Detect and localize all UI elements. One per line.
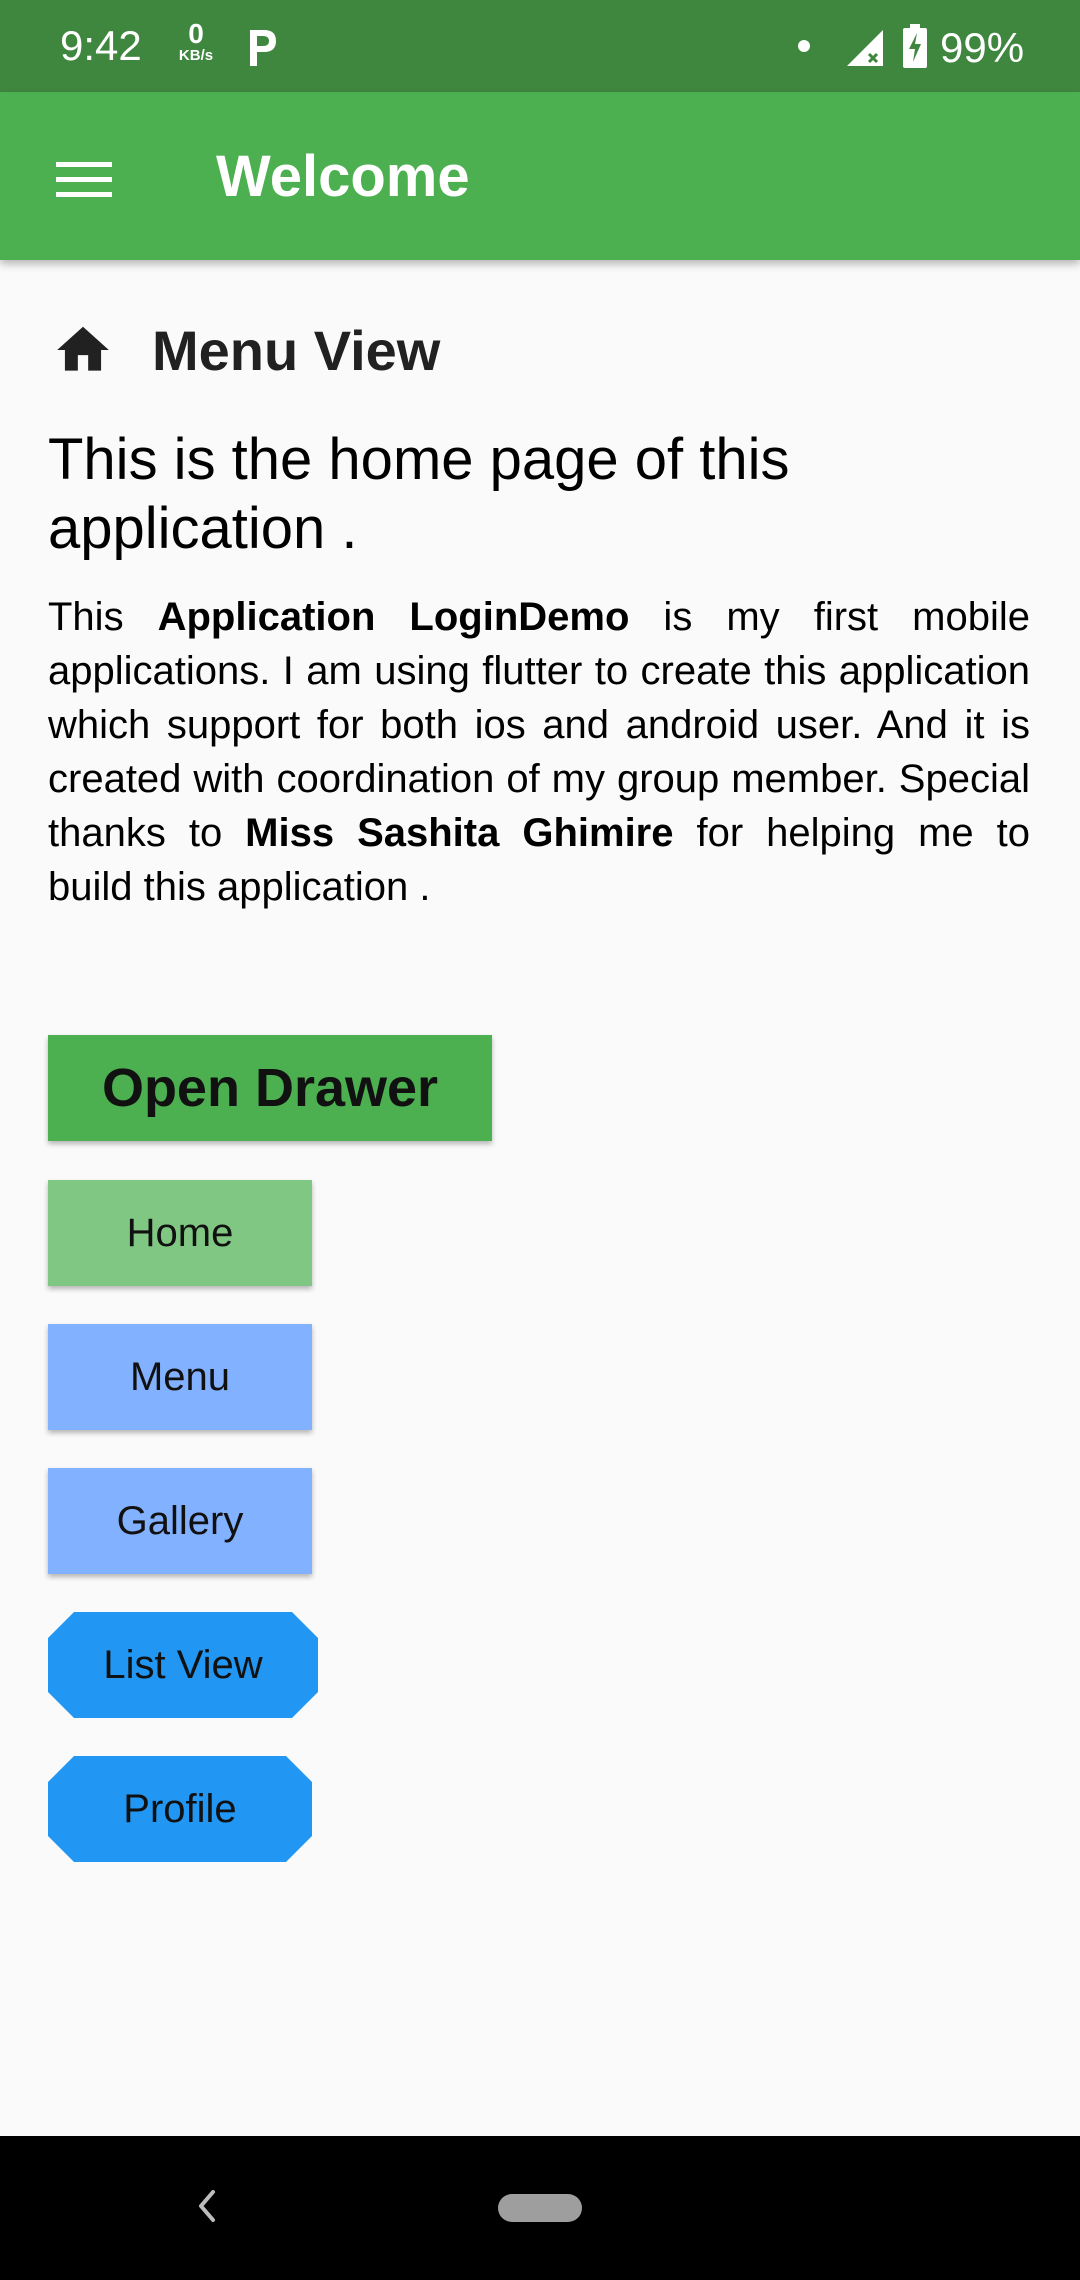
gallery-button[interactable]: Gallery: [48, 1468, 312, 1574]
description-text: This Application LoginDemo is my first m…: [48, 590, 1030, 914]
helper-name-highlight: Miss Sashita Ghimire: [245, 811, 674, 855]
network-speed-value: 0: [188, 18, 204, 49]
app-bar-title: Welcome: [216, 144, 470, 209]
section-header: Menu View: [48, 314, 440, 386]
hamburger-menu-icon[interactable]: [40, 136, 128, 224]
navigation-bar: [0, 2136, 1080, 2280]
battery-percent: 99%: [940, 24, 1025, 71]
section-title: Menu View: [152, 318, 441, 382]
app-bar: Welcome: [0, 92, 1080, 260]
notification-dot-icon: [798, 40, 810, 52]
back-chevron-icon[interactable]: [185, 2184, 229, 2228]
status-bar: 9:42 0 KB/s 99%: [0, 0, 1080, 92]
parking-icon: [250, 30, 276, 66]
profile-button[interactable]: Profile: [48, 1756, 312, 1862]
network-speed-unit: KB/s: [178, 47, 214, 64]
list-view-button[interactable]: List View: [48, 1612, 318, 1718]
open-drawer-button[interactable]: Open Drawer: [48, 1035, 492, 1141]
network-speed: 0 KB/s: [170, 18, 222, 64]
description-part: This: [48, 595, 158, 639]
home-pill-icon[interactable]: [498, 2194, 582, 2222]
battery-charging-icon: [903, 24, 927, 68]
status-time: 9:42: [60, 22, 142, 69]
home-button[interactable]: Home: [48, 1180, 312, 1286]
home-icon: [57, 326, 109, 371]
home-heading: This is the home page of this applicatio…: [48, 427, 790, 561]
menu-button[interactable]: Menu: [48, 1324, 312, 1430]
app-name-highlight: Application LoginDemo: [157, 595, 630, 639]
signal-icon: [847, 30, 883, 66]
